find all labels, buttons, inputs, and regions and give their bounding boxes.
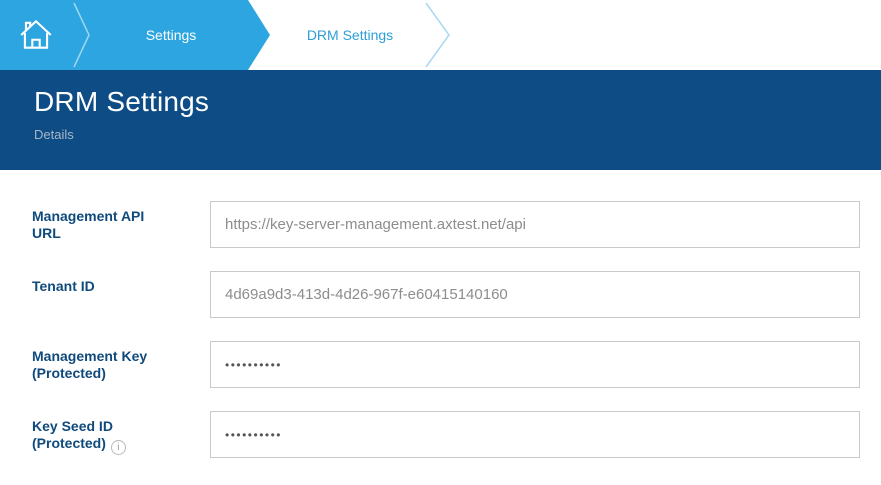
- field-row-management-key: Management Key (Protected): [0, 341, 881, 388]
- breadcrumb-item-drm-settings[interactable]: DRM Settings: [278, 0, 422, 70]
- breadcrumb-item-settings[interactable]: Settings: [96, 0, 246, 70]
- drm-settings-form: Management API URL Tenant ID Management …: [0, 170, 881, 458]
- breadcrumb: Settings DRM Settings: [0, 0, 881, 70]
- page-header: DRM Settings Details: [0, 70, 881, 170]
- page-title: DRM Settings: [34, 86, 881, 118]
- home-icon: [17, 16, 55, 54]
- management-key-input[interactable]: [210, 341, 860, 388]
- tenant-id-input[interactable]: [210, 271, 860, 318]
- field-label-text: Tenant ID: [32, 278, 95, 294]
- field-label-text: Management Key (Protected): [32, 348, 147, 381]
- field-row-key-seed-id: Key Seed ID (Protected)i: [0, 411, 881, 458]
- field-label: Management API URL: [0, 201, 210, 242]
- breadcrumb-home[interactable]: [0, 0, 72, 70]
- management-api-url-input[interactable]: [210, 201, 860, 248]
- field-label: Management Key (Protected): [0, 341, 210, 382]
- field-label-text: Key Seed ID (Protected): [32, 418, 113, 451]
- field-label: Key Seed ID (Protected)i: [0, 411, 210, 455]
- key-seed-id-input[interactable]: [210, 411, 860, 458]
- field-label-text: Management API URL: [32, 208, 144, 241]
- chevron-right-icon: [426, 3, 449, 67]
- info-icon[interactable]: i: [111, 440, 126, 455]
- field-row-tenant-id: Tenant ID: [0, 271, 881, 318]
- page-subtitle: Details: [34, 127, 881, 142]
- drm-settings-page: Settings DRM Settings DRM Settings Detai…: [0, 0, 881, 485]
- field-row-management-api-url: Management API URL: [0, 201, 881, 248]
- field-label: Tenant ID: [0, 271, 210, 295]
